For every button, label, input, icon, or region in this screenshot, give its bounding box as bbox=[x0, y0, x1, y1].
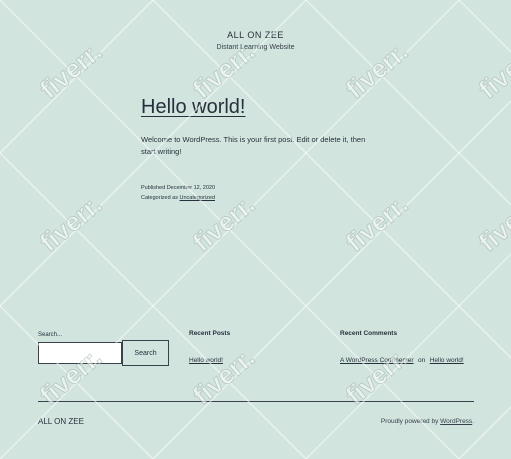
wordpress-link[interactable]: WordPress bbox=[440, 418, 472, 425]
site-description: Distant Learning Website bbox=[216, 44, 295, 51]
recent-post-link[interactable]: Hello world! bbox=[189, 357, 223, 364]
recent-comment-item: A WordPress Commenter on Hello world! bbox=[340, 349, 464, 367]
published-label: Published bbox=[141, 184, 166, 191]
category-link[interactable]: Uncategorized bbox=[180, 195, 215, 201]
recent-posts-widget: Recent Posts Hello world! bbox=[189, 330, 230, 367]
post-categories: Categorized as Uncategorized bbox=[141, 193, 381, 203]
post-meta: Published December 12, 2020 Categorized … bbox=[141, 183, 381, 204]
footer-powered-by: Proudly powered by WordPress. bbox=[381, 418, 474, 425]
comment-post-link[interactable]: Hello world! bbox=[430, 357, 464, 364]
search-label: Search... bbox=[38, 332, 63, 338]
categorized-label: Categorized as bbox=[141, 195, 178, 202]
recent-posts-title: Recent Posts bbox=[189, 330, 231, 337]
recent-comments-widget: Recent Comments A WordPress Commenter on… bbox=[340, 330, 464, 367]
comment-author-link[interactable]: A WordPress Commenter bbox=[340, 357, 414, 364]
watermark-text: fiverr. bbox=[34, 189, 108, 258]
powered-prefix: Proudly powered by bbox=[380, 418, 439, 425]
post: Hello world! Welcome to WordPress. This … bbox=[141, 96, 381, 204]
comment-connector: on bbox=[418, 357, 426, 364]
published-date: December 12, 2020 bbox=[166, 184, 216, 191]
search-form: Search bbox=[38, 340, 169, 366]
footer-site-title-link[interactable]: ALL ON ZEE bbox=[38, 417, 84, 426]
search-input[interactable] bbox=[38, 342, 122, 364]
post-title: Hello world! bbox=[141, 96, 381, 118]
post-published: Published December 12, 2020 bbox=[141, 183, 381, 193]
watermark-text: fiverr. bbox=[473, 189, 511, 258]
widget-area: Search... Search Recent Posts Hello worl… bbox=[38, 330, 474, 390]
watermark-lines bbox=[0, 0, 511, 459]
recent-comments-title: Recent Comments bbox=[340, 330, 398, 337]
site-title-link[interactable]: ALL ON ZEE bbox=[0, 30, 511, 40]
page: ALL ON ZEE Distant Learning Website Hell… bbox=[0, 0, 511, 459]
post-body: Welcome to WordPress. This is your first… bbox=[141, 135, 366, 157]
post-title-link[interactable]: Hello world! bbox=[141, 96, 245, 118]
search-button[interactable]: Search bbox=[122, 340, 169, 366]
powered-suffix: . bbox=[472, 418, 474, 425]
site-header: ALL ON ZEE Distant Learning Website bbox=[0, 30, 511, 51]
footer-divider bbox=[38, 401, 474, 402]
watermark-overlay: fiverr. fiverr. fiverr.fiverr. fiverr. fiver… bbox=[0, 0, 511, 459]
search-widget: Search... Search bbox=[38, 330, 169, 366]
